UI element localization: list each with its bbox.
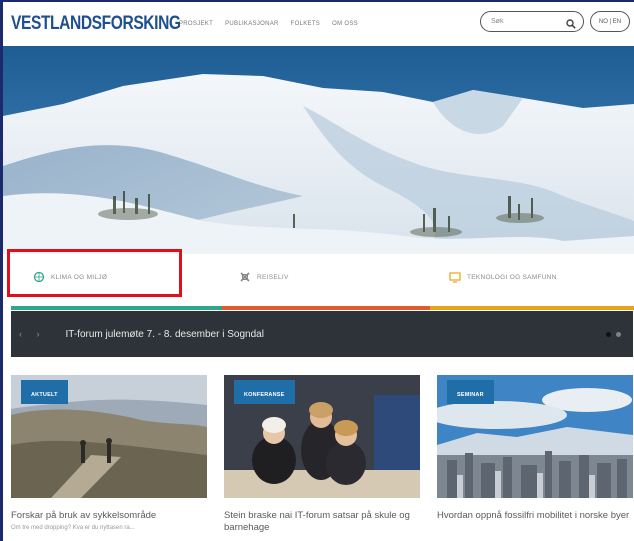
nav-item-prosjekt[interactable]: PROSJEKT <box>179 21 213 27</box>
nav-item-publikasjonar[interactable]: PUBLIKASJONAR <box>225 21 279 27</box>
search-input[interactable] <box>491 18 561 25</box>
category-reiseliv[interactable]: REISELIV <box>239 271 289 283</box>
travel-icon <box>239 271 251 283</box>
search-icon[interactable] <box>566 16 576 29</box>
card-badge: AKTUELT <box>21 380 68 404</box>
card-image[interactable]: KONFERANSE <box>224 375 420 498</box>
card-badge: SEMINAR <box>447 380 494 404</box>
card-title[interactable]: Forskar på bruk av sykkelsområde <box>11 510 207 522</box>
monitor-icon <box>449 271 461 283</box>
card-snippet: Om tre med dropping? Kva er du nyttasen … <box>11 525 135 531</box>
category-teknologi-og-samfunn[interactable]: TEKNOLOGI OG SAMFUNN <box>449 271 557 283</box>
category-label: TEKNOLOGI OG SAMFUNN <box>467 273 557 281</box>
site-logo[interactable]: VESTLANDSFORSKING <box>11 13 181 35</box>
category-underline-teknologi <box>430 306 634 310</box>
category-label: REISELIV <box>257 273 289 281</box>
ticker-dot[interactable] <box>606 332 611 337</box>
nav-item-folkets[interactable]: FOLKETS <box>291 21 320 27</box>
ticker-arrows[interactable]: ‹ › <box>19 329 46 339</box>
news-card[interactable]: KONFERANSE Stein braske nai IT-forum sat… <box>224 375 420 534</box>
card-image[interactable]: SEMINAR <box>437 375 633 498</box>
ticker-dot[interactable] <box>616 332 621 337</box>
ticker-dots <box>606 332 621 337</box>
hero-image <box>3 46 634 254</box>
nav-item-om-oss[interactable]: OM OSS <box>332 21 358 27</box>
category-underline-reiseliv <box>222 306 430 310</box>
news-card[interactable]: AKTUELT Forskar på bruk av sykkelsområde… <box>11 375 207 531</box>
news-card[interactable]: SEMINAR Hvordan oppnå fossilfri mobilite… <box>437 375 633 522</box>
selection-highlight <box>7 249 182 297</box>
card-title[interactable]: Hvordan oppnå fossilfri mobilitet i nors… <box>437 510 633 522</box>
main-nav: PROSJEKT PUBLIKASJONAR FOLKETS OM OSS <box>179 21 358 27</box>
card-badge: KONFERANSE <box>234 380 295 404</box>
search-box <box>480 11 584 32</box>
category-underline-klima <box>11 306 222 310</box>
ticker-headline[interactable]: IT-forum julemøte 7. - 8. desember i Sog… <box>66 329 264 340</box>
news-ticker: ‹ › IT-forum julemøte 7. - 8. desember i… <box>11 311 633 357</box>
card-title[interactable]: Stein braske nai IT-forum satsar på skul… <box>224 510 420 534</box>
card-image[interactable]: AKTUELT <box>11 375 207 498</box>
language-switch[interactable]: NO | EN <box>590 11 630 32</box>
